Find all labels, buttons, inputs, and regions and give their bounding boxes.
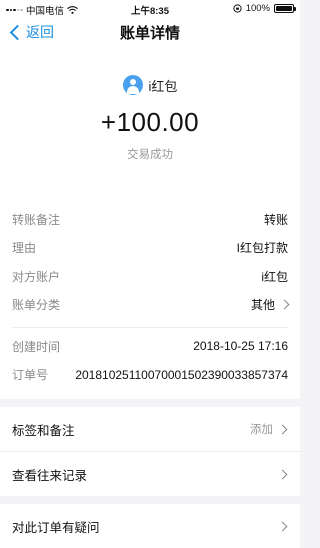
counterparty-name: i红包 bbox=[148, 78, 178, 94]
detail-row-remark: 转账备注 转账 bbox=[12, 205, 288, 234]
question-row[interactable]: 对此订单有疑问 bbox=[0, 504, 300, 548]
detail-value: I红包打款 bbox=[236, 241, 288, 256]
divider bbox=[12, 327, 288, 328]
battery-percent: 100% bbox=[245, 3, 270, 14]
action-group: 标签和备注 添加 查看往来记录 bbox=[0, 407, 300, 496]
created-time: 2018-10-25 17:16 bbox=[193, 339, 288, 354]
detail-row-order: 订单号 20181025110070001502390033857374 bbox=[12, 361, 288, 390]
battery-icon bbox=[274, 4, 296, 13]
detail-label: 理由 bbox=[12, 241, 37, 256]
status-bar: 中国电信 上午8:35 100% bbox=[0, 0, 300, 18]
history-row[interactable]: 查看往来记录 bbox=[0, 451, 300, 496]
history-label: 查看往来记录 bbox=[12, 468, 88, 483]
battery-fill bbox=[276, 6, 292, 11]
chevron-right-icon bbox=[279, 299, 290, 310]
detail-row-account: 对方账户 i红包 bbox=[12, 262, 288, 291]
help-group: 对此订单有疑问 bbox=[0, 504, 300, 548]
detail-row-reason: 理由 I红包打款 bbox=[12, 234, 288, 263]
detail-label: 账单分类 bbox=[12, 298, 61, 313]
chevron-right-icon bbox=[277, 424, 288, 434]
category-value[interactable]: 其他 bbox=[250, 296, 290, 313]
transaction-status: 交易成功 bbox=[127, 149, 173, 161]
page-title: 账单详情 bbox=[119, 25, 180, 42]
detail-value: 其他 bbox=[250, 298, 275, 313]
order-number: 20181025110070001502390033857374 bbox=[75, 367, 288, 382]
amount: +100.00 bbox=[100, 107, 200, 137]
tags-notes-label: 标签和备注 bbox=[12, 423, 75, 438]
detail-label: 订单号 bbox=[12, 368, 49, 383]
avatar-icon bbox=[122, 75, 143, 95]
rotation-lock-icon bbox=[233, 4, 242, 13]
detail-value: 转账 bbox=[263, 212, 288, 227]
status-right: 100% bbox=[233, 3, 296, 14]
detail-value: i红包 bbox=[261, 269, 288, 284]
detail-label: 创建时间 bbox=[12, 339, 61, 354]
detail-list: 转账备注 转账 理由 I红包打款 对方账户 i红包 账单分类 其他 创建时间 2… bbox=[0, 195, 300, 399]
transaction-summary: i红包 +100.00 交易成功 bbox=[0, 45, 300, 195]
tags-notes-action[interactable]: 添加 bbox=[250, 421, 288, 437]
chevron-right-icon bbox=[277, 521, 288, 531]
detail-label: 对方账户 bbox=[12, 269, 61, 284]
detail-label: 转账备注 bbox=[12, 212, 61, 227]
tags-notes-row[interactable]: 标签和备注 添加 bbox=[0, 407, 300, 451]
history-action bbox=[273, 469, 288, 479]
nav-bar: 返回 账单详情 bbox=[0, 18, 300, 45]
question-action bbox=[273, 521, 288, 531]
detail-row-created: 创建时间 2018-10-25 17:16 bbox=[12, 332, 288, 361]
add-label: 添加 bbox=[250, 424, 273, 436]
chevron-right-icon bbox=[277, 469, 288, 479]
counterparty[interactable]: i红包 bbox=[0, 75, 300, 95]
detail-row-category[interactable]: 账单分类 其他 bbox=[12, 291, 290, 320]
